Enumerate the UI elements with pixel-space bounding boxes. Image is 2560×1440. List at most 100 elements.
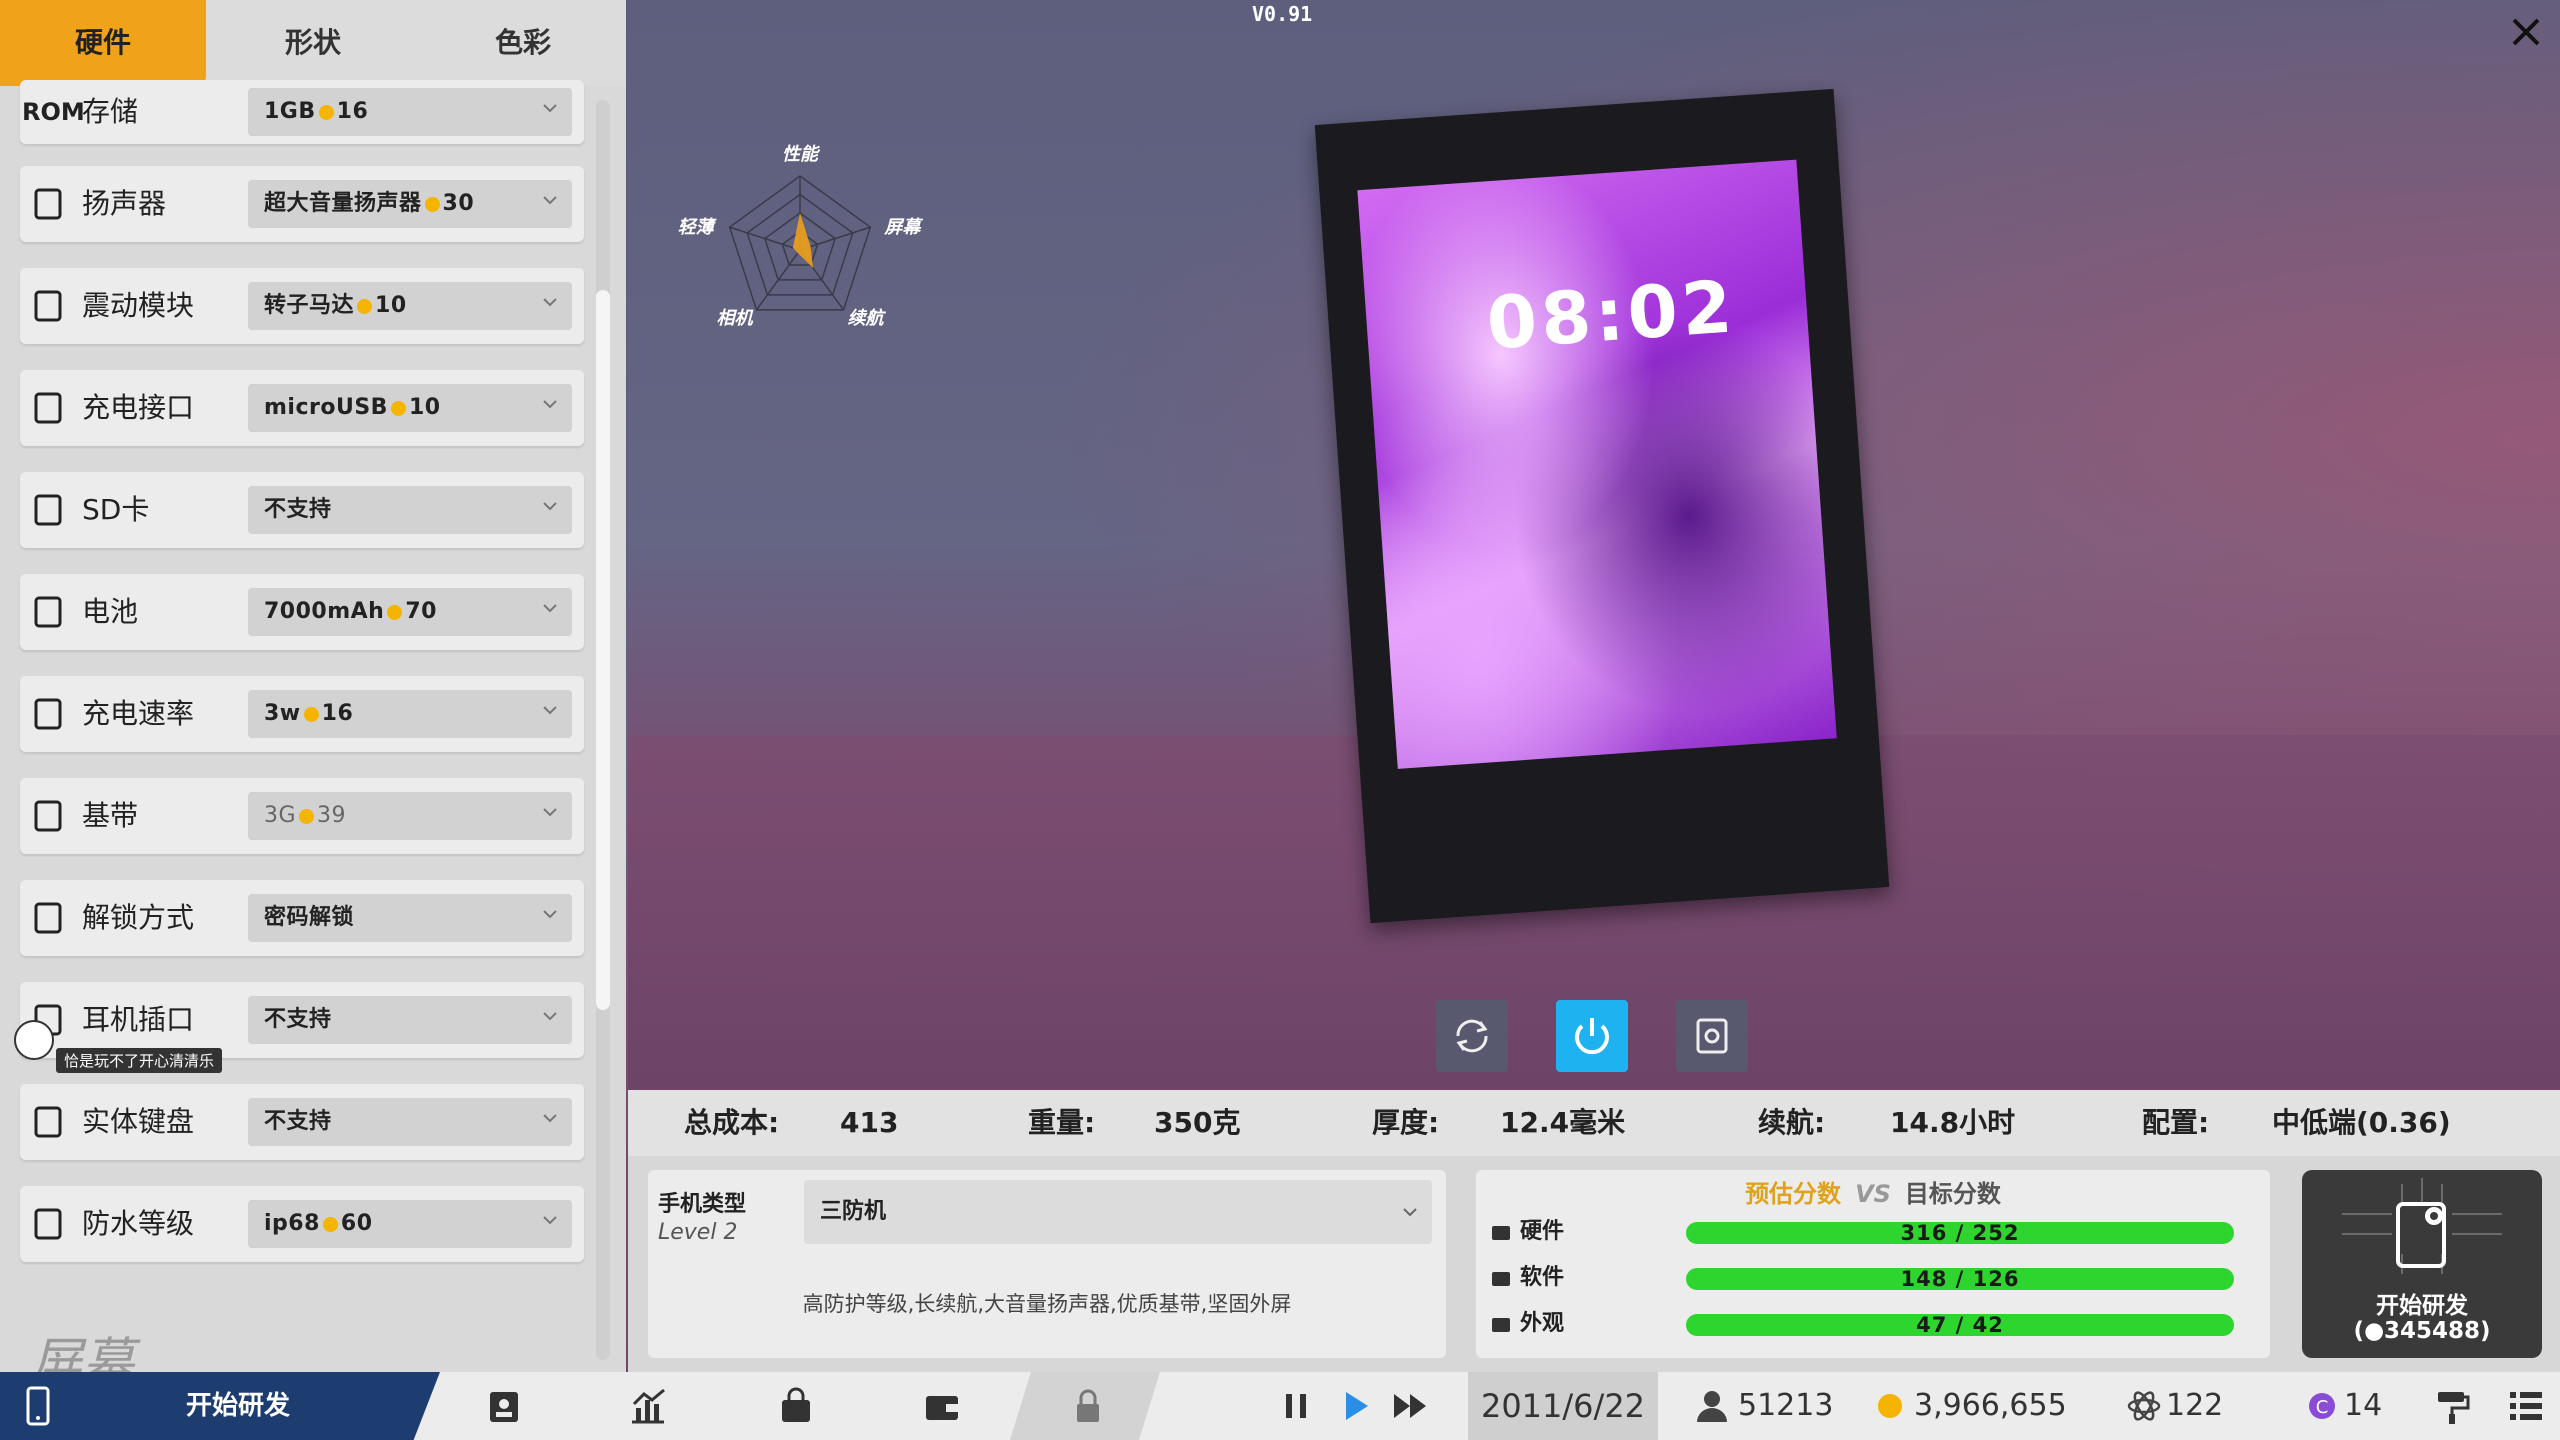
rotate-button[interactable] xyxy=(1436,1000,1508,1072)
tab-color[interactable]: 色彩 xyxy=(420,0,626,86)
radar-label: 轻薄 xyxy=(678,217,717,238)
weight-value: 350克 xyxy=(1154,1106,1241,1139)
score-row: 硬件 316 / 252 xyxy=(1490,1214,2260,1250)
hardware-row-label: SD卡 xyxy=(82,493,150,526)
phone-type-description: 高防护等级,长续航,大音量扬声器,优质基带,坚固外屏 xyxy=(802,1292,1292,1316)
wallet-icon[interactable] xyxy=(922,1386,962,1426)
coin-icon xyxy=(318,105,334,120)
hardware-select-value: 不支持 xyxy=(264,1098,332,1146)
taskbar-start-development[interactable]: 开始研发 xyxy=(0,1372,440,1440)
phone-type-select[interactable]: 三防机 xyxy=(804,1180,1432,1244)
phone-clock: 08:02 xyxy=(1484,264,1739,366)
coin-icon xyxy=(303,707,319,722)
fast-forward-icon[interactable] xyxy=(1390,1386,1430,1426)
contacts-icon[interactable] xyxy=(484,1386,524,1426)
hardware-row-label: 基带 xyxy=(82,799,139,832)
coin-icon xyxy=(299,809,315,824)
config-label: 配置: xyxy=(2142,1106,2210,1139)
power-button[interactable] xyxy=(1556,1000,1628,1072)
fans-count: 51213 xyxy=(1738,1388,1834,1423)
coin-icon xyxy=(424,197,440,212)
chip-icon xyxy=(1492,1226,1510,1240)
phone-model[interactable]: 08:02 xyxy=(1314,88,1890,924)
chart-icon[interactable] xyxy=(628,1386,668,1426)
score-row-label: 硬件 xyxy=(1520,1219,1565,1244)
hardware-select[interactable]: microUSB 10 xyxy=(248,384,572,432)
radar-label: 性能 xyxy=(782,144,821,165)
hardware-select[interactable]: 1GB 16 xyxy=(248,88,572,136)
points-icon: C xyxy=(2309,1393,2335,1419)
score-row-label: 外观 xyxy=(1520,1311,1565,1336)
chevron-down-icon xyxy=(543,910,557,919)
hardware-select[interactable]: 不支持 xyxy=(248,996,572,1044)
hardware-select[interactable]: 超大音量扬声器 30 xyxy=(248,180,572,228)
hardware-value-text: 7000mAh xyxy=(264,599,385,624)
hardware-value-text: microUSB xyxy=(264,395,388,420)
chevron-down-icon xyxy=(543,706,557,715)
sd-card-icon xyxy=(34,494,62,526)
radar-chart: 性能屏幕续航 相机 轻薄 xyxy=(678,144,924,329)
taskbar: 开始研发 2011/6/22 51213 3,966,655 122 C 14 xyxy=(0,1372,2560,1440)
avatar[interactable] xyxy=(14,1020,54,1060)
hardware-panel: 硬件 形状 色彩 存储 ROM 1GB 16 扬声器 超大音量扬声器 30 震动模块 转子马达 1… xyxy=(0,0,626,1372)
hardware-row: 解锁方式 密码解锁 xyxy=(20,880,584,956)
hardware-select[interactable]: 密码解锁 xyxy=(248,894,572,942)
hardware-select[interactable]: 转子马达 10 xyxy=(248,282,572,330)
coin-icon xyxy=(1878,1394,1902,1418)
start-development-button[interactable]: 开始研发 (●345488) xyxy=(2302,1170,2542,1358)
phone-screen: 08:02 xyxy=(1357,159,1837,769)
scrollbar-thumb[interactable] xyxy=(596,290,610,1010)
start-development-label: 开始研发 xyxy=(2376,1293,2468,1319)
phone-type-level: Level 2 xyxy=(658,1220,738,1245)
phone-type-value: 三防机 xyxy=(820,1199,887,1224)
tab-hardware[interactable]: 硬件 xyxy=(0,0,206,86)
close-icon[interactable] xyxy=(2508,14,2544,50)
coin-icon xyxy=(357,299,373,314)
chevron-down-icon xyxy=(543,298,557,307)
chevron-down-icon xyxy=(543,808,557,817)
paint-roller-icon[interactable] xyxy=(2432,1386,2472,1426)
charging-port-icon xyxy=(34,392,62,424)
play-icon[interactable] xyxy=(1336,1386,1376,1426)
hardware-cost: 10 xyxy=(408,395,441,420)
hardware-value-text: 不支持 xyxy=(264,497,332,522)
hardware-select[interactable]: ip68 60 xyxy=(248,1200,572,1248)
reset-view-button[interactable] xyxy=(1676,1000,1748,1072)
pause-icon[interactable] xyxy=(1276,1386,1316,1426)
hardware-select[interactable]: 3w 16 xyxy=(248,690,572,738)
hardware-row: 基带 3G 39 xyxy=(20,778,584,854)
hardware-value-text: 转子马达 xyxy=(264,293,355,318)
chevron-down-icon xyxy=(1403,1208,1417,1217)
shopping-bag-icon[interactable] xyxy=(776,1386,816,1426)
chevron-down-icon xyxy=(543,400,557,409)
lock-icon[interactable] xyxy=(1068,1386,1108,1426)
thickness-value: 12.4毫米 xyxy=(1500,1106,1626,1139)
hardware-row: 防水等级 ip68 60 xyxy=(20,1186,584,1262)
hardware-value-text: ip68 xyxy=(264,1211,320,1236)
hardware-row-label: 解锁方式 xyxy=(82,901,195,934)
score-row-value: 148 / 126 xyxy=(1900,1267,2020,1291)
vs-label: VS xyxy=(1855,1180,1891,1208)
hardware-select-value: 不支持 xyxy=(264,996,332,1044)
hardware-value-text: 3w xyxy=(264,701,301,726)
hardware-select[interactable]: 7000mAh 70 xyxy=(248,588,572,636)
vibration-icon xyxy=(34,290,62,322)
score-row-label: 软件 xyxy=(1520,1265,1565,1290)
hardware-select[interactable]: 不支持 xyxy=(248,1098,572,1146)
coin-icon xyxy=(387,605,403,620)
hardware-row-label: 电池 xyxy=(82,595,139,628)
radar-label: 相机 xyxy=(717,308,754,329)
menu-list-icon[interactable] xyxy=(2506,1386,2546,1426)
umbrella-icon xyxy=(34,1208,62,1240)
tab-bar: 硬件 形状 色彩 xyxy=(0,0,626,86)
hardware-row-label: 存储 xyxy=(82,95,139,128)
hardware-cost: 16 xyxy=(321,701,354,726)
target-label: 目标分数 xyxy=(1904,1180,2001,1208)
hardware-row-label: 实体键盘 xyxy=(82,1105,195,1138)
hardware-row-label: 充电速率 xyxy=(82,697,195,730)
hardware-select[interactable]: 3G 39 xyxy=(248,792,572,840)
tab-shape[interactable]: 形状 xyxy=(210,0,416,86)
hardware-select[interactable]: 不支持 xyxy=(248,486,572,534)
estimate-label: 预估分数 xyxy=(1745,1180,1842,1208)
lock-icon xyxy=(34,902,62,934)
